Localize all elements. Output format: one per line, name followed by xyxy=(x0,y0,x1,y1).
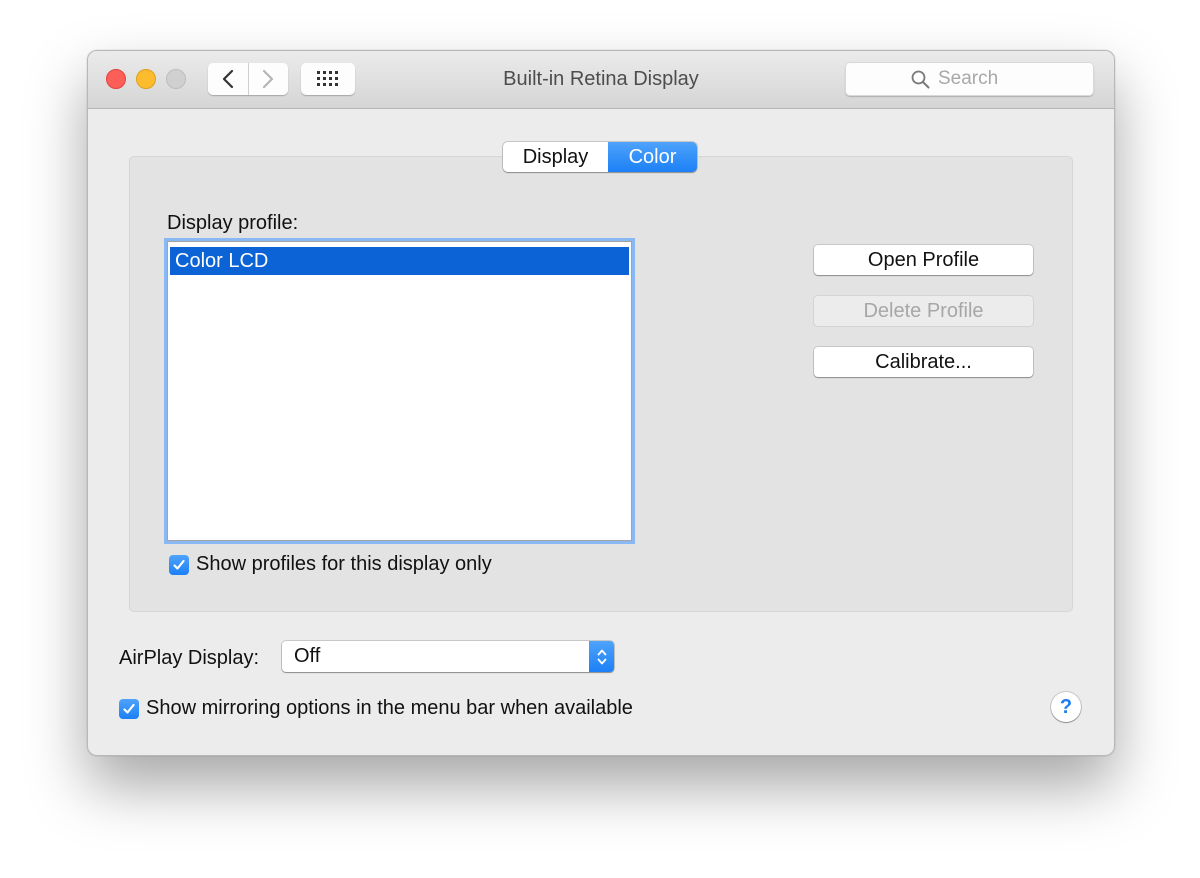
back-forward-group xyxy=(208,63,288,95)
search-placeholder: Search xyxy=(938,68,999,89)
search-icon xyxy=(911,70,930,88)
delete-profile-button[interactable]: Delete Profile xyxy=(814,296,1033,326)
display-profile-label: Display profile: xyxy=(167,212,299,234)
calibrate-button[interactable]: Calibrate... xyxy=(814,347,1033,377)
airplay-display-value: Off xyxy=(294,645,321,667)
checkmark-icon xyxy=(173,559,185,570)
show-profiles-label: Show profiles for this display only xyxy=(196,553,492,575)
forward-button[interactable] xyxy=(247,63,288,95)
show-all-button[interactable] xyxy=(301,63,355,95)
minimize-window-button[interactable] xyxy=(136,69,156,89)
grid-icon xyxy=(317,71,338,86)
show-profiles-row: Show profiles for this display only xyxy=(169,553,492,576)
tab-bar: Display Color xyxy=(503,142,697,172)
mirroring-options-row: Show mirroring options in the menu bar w… xyxy=(119,697,633,720)
mirroring-options-checkbox[interactable] xyxy=(119,698,139,719)
preferences-window: Built-in Retina Display Search Display C… xyxy=(87,50,1115,756)
checkmark-icon xyxy=(123,703,135,714)
open-profile-button[interactable]: Open Profile xyxy=(814,245,1033,275)
airplay-display-popup[interactable]: Off xyxy=(282,641,614,672)
title-bar: Built-in Retina Display Search xyxy=(88,51,1114,109)
chevron-right-icon xyxy=(263,69,274,89)
up-down-chevron-icon xyxy=(597,649,606,664)
mirroring-options-label: Show mirroring options in the menu bar w… xyxy=(146,697,633,719)
show-profiles-checkbox[interactable] xyxy=(169,554,189,575)
zoom-window-button[interactable] xyxy=(166,69,186,89)
profile-list-item[interactable]: Color LCD xyxy=(170,247,629,275)
tab-color[interactable]: Color xyxy=(608,142,697,172)
profile-list[interactable]: Color LCD xyxy=(167,241,632,541)
chevron-left-icon xyxy=(222,69,233,89)
search-field[interactable]: Search xyxy=(845,62,1094,96)
back-button[interactable] xyxy=(208,63,248,95)
tab-display[interactable]: Display xyxy=(503,142,608,172)
close-window-button[interactable] xyxy=(106,69,126,89)
airplay-display-label: AirPlay Display: xyxy=(119,647,260,669)
help-button[interactable]: ? xyxy=(1051,692,1081,722)
popup-stepper xyxy=(589,641,614,672)
